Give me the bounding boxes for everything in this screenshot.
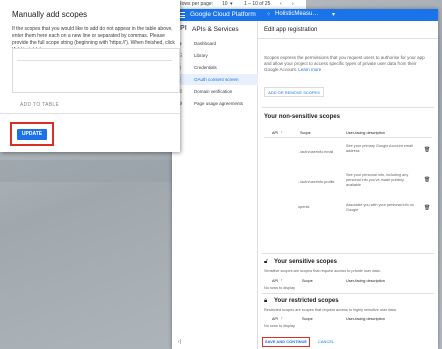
sidebar-item-domain-verification[interactable]: ☑ Domain verification: [172, 86, 258, 97]
textarea-line: [17, 60, 172, 61]
column-header-description: User-facing description: [346, 131, 385, 135]
sidebar-item-oauth-consent[interactable]: ⋮ OAuth consent screen: [172, 74, 258, 85]
divider: [262, 107, 434, 108]
empty-table-message: No rows to display: [264, 286, 296, 290]
add-remove-scopes-button[interactable]: ADD OR REMOVE SCOPES: [264, 87, 324, 97]
table-row-description: See your primary Google Account email ad…: [346, 144, 413, 153]
learn-more-link[interactable]: Learn more: [298, 67, 321, 72]
trash-icon[interactable]: 🗑: [424, 177, 430, 183]
update-button[interactable]: UPDATE: [17, 129, 47, 140]
update-highlight-box: UPDATE: [10, 122, 54, 146]
table-pager: Rows per page: 10 ▾ 1 – 10 of 25 ‹ ›: [176, 0, 306, 9]
sidebar-item-label: Library: [194, 53, 208, 58]
scopes-textarea[interactable]: [12, 48, 180, 93]
sidebar-item-label: Domain verification: [194, 89, 233, 94]
sensitive-scopes-subtitle: Sensitive scopes are scopes that request…: [264, 269, 381, 273]
form-actions: SAVE AND CONTINUE CANCEL: [258, 334, 438, 349]
table-row-scope: openid: [298, 205, 310, 209]
column-header-api: API: [272, 317, 279, 321]
sidebar-header: APIs & Services: [192, 26, 239, 33]
sort-arrow-icon[interactable]: ↑: [281, 316, 283, 320]
table-row-description: See your personal info, including any pe…: [346, 173, 409, 187]
chevron-down-icon: ▾: [230, 1, 233, 7]
sort-arrow-icon[interactable]: ↑: [281, 130, 283, 134]
trash-icon[interactable]: 🗑: [424, 205, 430, 211]
scopes-description: Scopes express the permissions that you …: [264, 55, 432, 73]
empty-table-message: No rows to display: [264, 324, 296, 328]
cancel-button[interactable]: CANCEL: [318, 339, 334, 344]
save-and-continue-button[interactable]: SAVE AND CONTINUE: [262, 337, 310, 347]
pager-next-button[interactable]: ›: [292, 1, 294, 7]
column-header-scope: Scope: [302, 317, 313, 321]
table-row-scope: ../auth/userinfo.profile: [298, 180, 335, 184]
lock-icon: 🔒︎: [264, 298, 268, 304]
sidebar: RPI APIs & Services ◈ Dashboard ☷ Librar…: [172, 21, 258, 349]
table-row-description: Associate you with your personal info on…: [346, 203, 414, 212]
chevron-down-icon: ▾: [332, 11, 336, 18]
project-selector[interactable]: HolisticMeasu…: [275, 11, 318, 17]
divider: [258, 38, 438, 39]
sidebar-item-dashboard[interactable]: ◈ Dashboard: [172, 38, 258, 49]
manually-add-scopes-dialog: Manually add scopes If the scopes that y…: [0, 0, 180, 152]
pager-range: 1 – 10 of 25: [244, 1, 271, 7]
sidebar-item-label: Dashboard: [194, 41, 217, 46]
gcp-header: Google Cloud Platform ⁘ HolisticMeasu… ▾: [172, 9, 438, 21]
column-header-scope: Scope: [302, 279, 313, 283]
column-header-description: User-facing description: [346, 317, 385, 321]
column-header-api: API: [272, 131, 279, 135]
trash-icon[interactable]: 🗑: [424, 147, 430, 153]
project-dots-icon: ⁘: [266, 12, 272, 18]
column-header-scope: Scope: [300, 131, 311, 135]
restricted-scopes-subtitle: Restricted scopes are scopes that reques…: [264, 308, 397, 312]
main-content: Edit app registration Scopes express the…: [258, 21, 438, 349]
page-title: Edit app registration: [264, 27, 318, 33]
gcp-window: Google Cloud Platform ⁘ HolisticMeasu… ▾…: [172, 9, 438, 349]
divider: [262, 293, 434, 294]
column-header-description: User-facing description: [346, 279, 385, 283]
sidebar-item-library[interactable]: ☷ Library: [172, 50, 258, 61]
description-text: Scopes express the permissions that you …: [264, 55, 425, 72]
restricted-scopes-title: Your restricted scopes: [274, 298, 339, 304]
divider: [264, 137, 432, 138]
column-header-api: API: [272, 279, 279, 283]
pager-prev-button[interactable]: ‹: [280, 1, 282, 7]
sort-arrow-icon[interactable]: ↑: [281, 278, 283, 282]
rows-per-page-select[interactable]: 10: [222, 1, 228, 7]
lock-icon: 🔓︎: [264, 259, 268, 265]
divider: [0, 113, 180, 114]
sensitive-scopes-title: Your sensitive scopes: [274, 259, 337, 265]
non-sensitive-scopes-title: Your non-sensitive scopes: [264, 114, 340, 120]
collapse-sidebar-button[interactable]: ‹|: [178, 339, 181, 345]
rows-per-page-label: Rows per page:: [178, 1, 214, 7]
sidebar-item-page-usage[interactable]: ⚙ Page usage agreements: [172, 98, 258, 109]
background-bar: [0, 160, 175, 182]
sidebar-item-credentials[interactable]: ⚷ Credentials: [172, 62, 258, 73]
sidebar-item-label: OAuth consent screen: [194, 77, 239, 82]
app-title[interactable]: Google Cloud Platform: [190, 11, 256, 18]
table-row-scope: ../auth/userinfo.email: [298, 150, 334, 154]
divider: [262, 253, 434, 254]
add-to-table-button[interactable]: ADD TO TABLE: [20, 102, 59, 108]
sidebar-item-label: Page usage agreements: [194, 101, 244, 106]
dialog-title: Manually add scopes: [12, 10, 88, 19]
sidebar-item-label: Credentials: [194, 65, 217, 70]
